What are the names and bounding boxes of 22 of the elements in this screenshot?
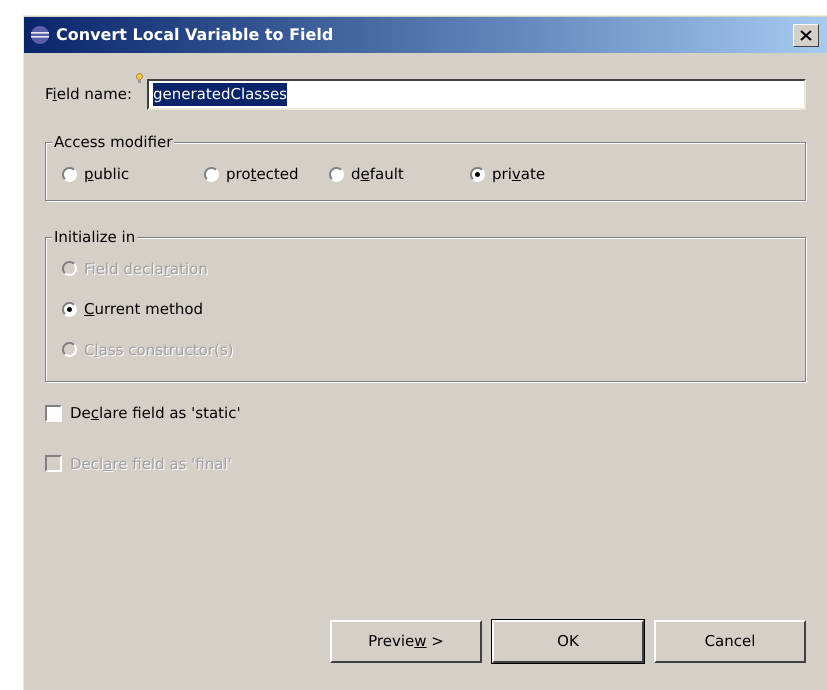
radio-button[interactable] (204, 166, 219, 182)
radio-label: private (492, 164, 546, 185)
radio-button[interactable] (62, 302, 77, 317)
radio-button[interactable] (470, 166, 485, 182)
radio-label: Current method (84, 299, 204, 320)
radio-label: protected (226, 164, 299, 185)
dialog-button[interactable]: OK (492, 620, 644, 663)
radio-label: default (351, 164, 404, 185)
app-icon (28, 25, 52, 45)
radio-label: public (84, 164, 130, 185)
field-label: Field name: (45, 84, 132, 106)
dialog-button[interactable]: Cancel (654, 620, 806, 663)
radio-button[interactable] (62, 166, 77, 182)
checkbox[interactable] (45, 404, 62, 422)
lightbulb-icon (136, 73, 143, 84)
dialog-button[interactable]: Preview > (330, 620, 482, 663)
radio-button[interactable] (329, 166, 344, 182)
window-title: Convert Local Variable to Field (56, 24, 334, 46)
checkbox-label: Declare field as 'static' (70, 403, 241, 424)
close-button[interactable] (793, 24, 819, 46)
field-name-input[interactable]: generatedClasses (147, 79, 806, 110)
close-icon (800, 30, 812, 40)
